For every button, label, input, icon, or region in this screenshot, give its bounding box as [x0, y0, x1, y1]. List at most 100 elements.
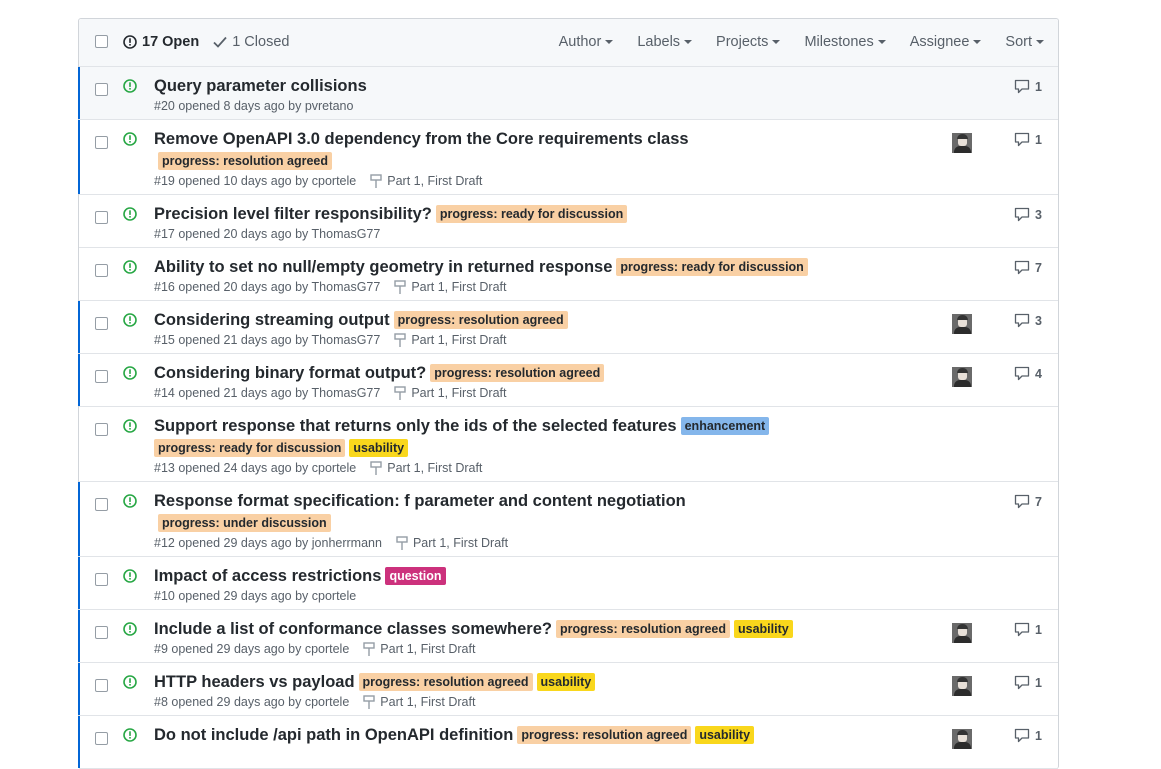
issue-row[interactable]: Support response that returns only the i…	[79, 407, 1058, 482]
issue-row[interactable]: Ability to set no null/empty geometry in…	[79, 248, 1058, 301]
issue-row[interactable]: Considering streaming output progress: re…	[78, 301, 1058, 354]
issue-title-line: Precision level filter responsibility? pr…	[154, 203, 838, 226]
issue-opened-icon	[123, 419, 137, 433]
comments-link[interactable]: 1	[1014, 622, 1042, 637]
issue-checkbox[interactable]	[95, 498, 108, 511]
comment-icon	[1014, 313, 1030, 328]
issue-label[interactable]: usability	[536, 673, 596, 691]
milestone-link[interactable]: Part 1, First Draft	[363, 642, 475, 656]
issue-label[interactable]: question	[385, 567, 446, 585]
issue-label[interactable]: enhancement	[680, 417, 770, 435]
comments-link[interactable]: 7	[1014, 260, 1042, 275]
issue-row[interactable]: Remove OpenAPI 3.0 dependency from the C…	[78, 120, 1058, 195]
assignee-avatar[interactable]	[952, 133, 972, 153]
issue-row[interactable]: Query parameter collisions #20 opened 8 d…	[78, 67, 1058, 120]
issue-title-link[interactable]: Response format specification: f paramet…	[154, 492, 686, 510]
assignee-avatar[interactable]	[952, 367, 972, 387]
comments-link[interactable]: 1	[1014, 132, 1042, 147]
milestone-link[interactable]: Part 1, First Draft	[394, 386, 506, 400]
issue-title-link[interactable]: Ability to set no null/empty geometry in…	[154, 258, 612, 276]
issue-title-link[interactable]: Query parameter collisions	[154, 77, 367, 95]
milestone-link[interactable]: Part 1, First Draft	[396, 536, 508, 550]
issue-title-link[interactable]: HTTP headers vs payload	[154, 673, 355, 691]
assignee-avatar[interactable]	[952, 729, 972, 749]
issue-title-line: Ability to set no null/empty geometry in…	[154, 256, 838, 279]
projects-filter[interactable]: Projects	[716, 34, 781, 50]
assignee-avatar[interactable]	[952, 676, 972, 696]
issue-title-line: Considering streaming output progress: re…	[154, 309, 838, 332]
issue-title-link[interactable]: Do not include /api path in OpenAPI defi…	[154, 726, 513, 744]
milestone-link[interactable]: Part 1, First Draft	[370, 461, 482, 475]
comment-count: 1	[1035, 675, 1042, 690]
issue-checkbox[interactable]	[95, 732, 108, 745]
issue-title-link[interactable]: Precision level filter responsibility?	[154, 205, 432, 223]
assignee-avatar[interactable]	[952, 623, 972, 643]
comments-link[interactable]: 1	[1014, 728, 1042, 743]
issue-row[interactable]: Do not include /api path in OpenAPI defi…	[78, 716, 1058, 769]
milestone-link[interactable]: Part 1, First Draft	[370, 174, 482, 188]
issue-row[interactable]: Response format specification: f paramet…	[78, 482, 1058, 557]
issue-row[interactable]: Considering binary format output? progres…	[78, 354, 1058, 407]
issue-title-line: Response format specification: f paramet…	[154, 490, 838, 535]
issue-meta-text: #8 opened 29 days ago by cportele	[154, 695, 350, 709]
issue-title-link[interactable]: Remove OpenAPI 3.0 dependency from the C…	[154, 130, 689, 148]
issue-checkbox[interactable]	[95, 136, 108, 149]
issue-opened-icon	[123, 622, 137, 636]
milestones-filter[interactable]: Milestones	[804, 34, 886, 50]
assignee-filter[interactable]: Assignee	[910, 34, 982, 50]
comments-link[interactable]: 1	[1014, 675, 1042, 690]
labels-filter[interactable]: Labels	[637, 34, 693, 50]
caret-down-icon	[877, 40, 886, 44]
comments-link[interactable]: 7	[1014, 494, 1042, 509]
issue-row[interactable]: Impact of access restrictions question #10…	[78, 557, 1058, 610]
issue-label[interactable]: progress: ready for discussion	[154, 439, 346, 457]
author-filter-label: Author	[558, 34, 602, 50]
issue-title-link[interactable]: Include a list of conformance classes so…	[154, 620, 552, 638]
issue-label[interactable]: progress: ready for discussion	[616, 258, 808, 276]
sort-filter[interactable]: Sort	[1005, 34, 1044, 50]
issue-checkbox[interactable]	[95, 573, 108, 586]
comment-count: 3	[1035, 313, 1042, 328]
issue-label[interactable]: progress: ready for discussion	[435, 205, 628, 223]
issue-opened-icon	[123, 569, 137, 583]
issue-label[interactable]: usability	[349, 439, 409, 457]
closed-issues-link[interactable]: 1 Closed	[213, 34, 289, 50]
issue-checkbox[interactable]	[95, 211, 108, 224]
comments-link[interactable]: 4	[1014, 366, 1042, 381]
issue-label[interactable]: usability	[734, 620, 793, 638]
issue-row[interactable]: HTTP headers vs payload progress: resolut…	[78, 663, 1058, 716]
select-all-checkbox[interactable]	[95, 35, 108, 48]
comments-link[interactable]: 1	[1014, 79, 1042, 94]
issue-title-link[interactable]: Considering streaming output	[154, 311, 390, 329]
issue-label[interactable]: progress: resolution agreed	[393, 311, 568, 329]
issue-checkbox[interactable]	[95, 264, 108, 277]
issue-label[interactable]: progress: resolution agreed	[358, 673, 533, 691]
issue-label[interactable]: progress: under discussion	[158, 514, 331, 532]
assignee-avatar[interactable]	[952, 314, 972, 334]
milestone-link[interactable]: Part 1, First Draft	[394, 280, 506, 294]
issue-checkbox[interactable]	[95, 370, 108, 383]
issue-label[interactable]: usability	[695, 726, 755, 744]
issue-row[interactable]: Include a list of conformance classes so…	[78, 610, 1058, 663]
issue-label[interactable]: progress: resolution agreed	[517, 726, 692, 744]
issue-checkbox[interactable]	[95, 423, 108, 436]
issue-title-link[interactable]: Support response that returns only the i…	[154, 417, 677, 435]
issue-checkbox[interactable]	[95, 317, 108, 330]
comments-link[interactable]: 3	[1014, 207, 1042, 222]
issue-title-link[interactable]: Considering binary format output?	[154, 364, 426, 382]
issue-label[interactable]: progress: resolution agreed	[555, 620, 730, 638]
comments-link[interactable]: 3	[1014, 313, 1042, 328]
author-filter[interactable]: Author	[559, 34, 614, 50]
open-issues-link[interactable]: 17 Open	[123, 34, 199, 50]
comment-count: 3	[1035, 207, 1042, 222]
issue-checkbox[interactable]	[95, 679, 108, 692]
issue-title-link[interactable]: Impact of access restrictions	[154, 567, 381, 585]
issue-label[interactable]: progress: resolution agreed	[430, 364, 605, 382]
issue-row[interactable]: Precision level filter responsibility? pr…	[79, 195, 1058, 248]
caret-down-icon	[772, 40, 781, 44]
issue-checkbox[interactable]	[95, 83, 108, 96]
issue-label[interactable]: progress: resolution agreed	[158, 152, 333, 170]
milestone-link[interactable]: Part 1, First Draft	[394, 333, 506, 347]
milestone-link[interactable]: Part 1, First Draft	[363, 695, 475, 709]
issue-checkbox[interactable]	[95, 626, 108, 639]
